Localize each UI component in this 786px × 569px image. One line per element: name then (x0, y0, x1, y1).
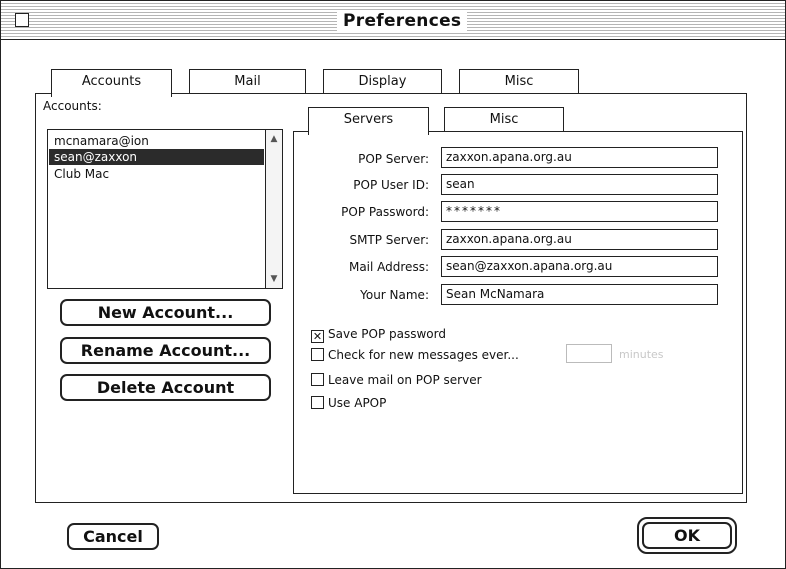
leave-mail-option[interactable]: Leave mail on POP server (311, 373, 482, 387)
tab-misc[interactable]: Misc (459, 69, 579, 93)
tab-join (52, 92, 171, 95)
leave-mail-label: Leave mail on POP server (328, 373, 482, 387)
check-interval-field[interactable] (566, 344, 612, 363)
close-box-icon[interactable] (15, 13, 29, 27)
tab-display[interactable]: Display (323, 69, 442, 93)
mail-address-field[interactable]: sean@zaxxon.apana.org.au (441, 256, 718, 277)
checkbox-icon[interactable] (311, 348, 324, 361)
preferences-window: Preferences Accounts Mail Display Misc A… (0, 0, 786, 569)
accounts-list-label: Accounts: (43, 99, 102, 113)
list-item[interactable]: mcnamara@ion (49, 133, 264, 149)
scroll-down-arrow-icon[interactable]: ▼ (267, 272, 281, 286)
title-bar[interactable]: Preferences (1, 1, 785, 40)
pop-user-id-label: POP User ID: (353, 178, 429, 192)
your-name-field[interactable]: Sean McNamara (441, 284, 718, 305)
accounts-list[interactable]: mcnamara@ion sean@zaxxon Club Mac ▲ ▼ (47, 129, 283, 289)
smtp-server-label: SMTP Server: (349, 233, 429, 247)
cancel-button[interactable]: Cancel (67, 523, 159, 550)
your-name-label: Your Name: (360, 288, 429, 302)
checkbox-icon[interactable] (311, 373, 324, 386)
tab-sub-misc[interactable]: Misc (444, 107, 564, 131)
scrollbar[interactable]: ▲ ▼ (265, 130, 282, 288)
check-new-messages-label: Check for new messages ever... (328, 348, 519, 362)
save-pop-password-option[interactable]: ✕ Save POP password (311, 327, 446, 343)
list-item-selected[interactable]: sean@zaxxon (49, 149, 264, 165)
new-account-button[interactable]: New Account... (60, 299, 271, 326)
use-apop-label: Use APOP (328, 396, 387, 410)
check-new-messages-option[interactable]: Check for new messages ever... (311, 348, 519, 362)
rename-account-button[interactable]: Rename Account... (60, 337, 271, 364)
mail-address-label: Mail Address: (348, 260, 429, 274)
pop-password-field[interactable]: ******* (441, 201, 718, 222)
window-title: Preferences (337, 10, 468, 32)
checkbox-checked-icon[interactable]: ✕ (311, 330, 324, 343)
tab-mail[interactable]: Mail (189, 69, 306, 93)
scroll-up-arrow-icon[interactable]: ▲ (267, 132, 281, 146)
delete-account-button[interactable]: Delete Account (60, 374, 271, 401)
minutes-label: minutes (619, 348, 664, 361)
ok-button[interactable]: OK (642, 522, 732, 549)
pop-password-label: POP Password: (341, 205, 429, 219)
subtab-join (309, 130, 428, 133)
save-pop-password-label: Save POP password (328, 327, 446, 341)
pop-user-id-field[interactable]: sean (441, 174, 718, 195)
pop-server-field[interactable]: zaxxon.apana.org.au (441, 147, 718, 168)
smtp-server-field[interactable]: zaxxon.apana.org.au (441, 229, 718, 250)
use-apop-option[interactable]: Use APOP (311, 396, 386, 410)
checkbox-icon[interactable] (311, 396, 324, 409)
pop-server-label: POP Server: (358, 152, 429, 166)
list-item[interactable]: Club Mac (49, 166, 264, 182)
